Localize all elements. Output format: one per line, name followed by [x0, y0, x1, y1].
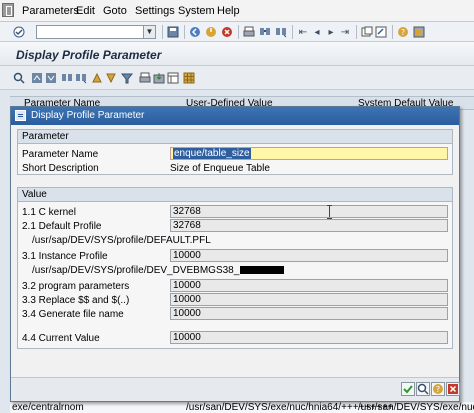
back-icon[interactable]: [188, 25, 202, 39]
menu-edit[interactable]: Edit: [76, 5, 95, 17]
find-next-icon[interactable]: [274, 25, 288, 39]
parameter-group: Parameter Parameter Name enque/table_siz…: [17, 129, 453, 175]
sap-window-icon[interactable]: [2, 3, 14, 17]
print-icon[interactable]: [138, 71, 152, 85]
program-parameters-label: 3.2 program parameters: [22, 281, 130, 292]
layout-icon[interactable]: [166, 71, 180, 85]
default-profile-path: /usr/sap/DEV/SYS/profile/DEFAULT.PFL: [32, 235, 211, 246]
dialog-title: Display Profile Parameter: [31, 110, 145, 121]
redaction-bar: [240, 266, 285, 275]
parameter-name-field[interactable]: enque/table_size: [170, 147, 448, 160]
find-button[interactable]: [416, 382, 430, 396]
toolbar-separator: [238, 25, 239, 39]
cancel-icon: [448, 384, 458, 394]
find-icon: [417, 383, 429, 395]
display-profile-parameter-dialog: Display Profile Parameter Parameter Para…: [10, 106, 460, 402]
screen-title-bar: Display Profile Parameter: [0, 42, 474, 66]
sort-ascending-icon[interactable]: [90, 71, 104, 85]
previous-page-icon[interactable]: ◂: [310, 25, 324, 39]
parameter-name-value: enque/table_size: [173, 148, 251, 159]
create-session-icon[interactable]: [360, 25, 374, 39]
toolbar-separator: [392, 25, 393, 39]
export-icon[interactable]: [152, 71, 166, 85]
save-icon[interactable]: [166, 25, 180, 39]
filter-icon[interactable]: [120, 71, 134, 85]
print-icon[interactable]: [242, 25, 256, 39]
command-field[interactable]: [36, 25, 144, 39]
next-page-icon[interactable]: ▸: [324, 25, 338, 39]
toolbar-separator: [162, 25, 163, 39]
short-description-label: Short Description: [22, 163, 99, 174]
instance-profile-label: 3.1 Instance Profile: [22, 251, 108, 262]
svg-text:?: ?: [401, 28, 405, 37]
toolbar-separator: [292, 25, 293, 39]
svg-text:?: ?: [436, 385, 440, 394]
first-page-icon[interactable]: ⇤: [296, 25, 310, 39]
continue-icon: [403, 385, 413, 394]
cancel-button[interactable]: [446, 382, 460, 396]
c-kernel-label: 1.1 C kernel: [22, 207, 76, 218]
system-toolbar: ▼ ⇤ ◂ ▸ ⇥ ?: [0, 22, 474, 42]
cancel-icon[interactable]: [220, 25, 234, 39]
toolbar-separator: [184, 25, 185, 39]
cell-system-default-value: /usr/san/DEV/SYS/exe/nuc: [358, 402, 474, 413]
find-icon[interactable]: [258, 25, 272, 39]
help-button[interactable]: ?: [431, 382, 445, 396]
find-icon[interactable]: [60, 71, 74, 85]
program-parameters-field: 10000: [170, 279, 448, 292]
menu-parameters[interactable]: Parameters: [22, 5, 79, 17]
generate-file-name-field: 10000: [170, 307, 448, 320]
enter-icon[interactable]: [12, 25, 26, 39]
sort-ascending-icon[interactable]: [30, 71, 44, 85]
application-toolbar: [0, 66, 474, 90]
command-field-dropdown-icon[interactable]: ▼: [144, 25, 156, 39]
sort-descending-icon[interactable]: [104, 71, 118, 85]
sort-descending-icon[interactable]: [44, 71, 58, 85]
dialog-title-bar: Display Profile Parameter: [11, 107, 459, 125]
current-value-label: 4.4 Current Value: [22, 333, 100, 344]
help-icon: ?: [433, 384, 443, 394]
instance-profile-path: /usr/sap/DEV/SYS/profile/DEV_DVEBMGS38_: [32, 265, 240, 276]
menu-system[interactable]: System: [178, 5, 215, 17]
page-title: Display Profile Parameter: [16, 48, 162, 62]
details-icon[interactable]: [12, 71, 26, 85]
replace-label: 3.3 Replace $$ and $(..): [22, 295, 130, 306]
instance-profile-path-line: /usr/sap/DEV/SYS/profile/DEV_DVEBMGS38_: [32, 265, 285, 276]
table-row[interactable]: exe/centralrnom /usr/san/DEV/SYS/exe/nuc…: [10, 402, 474, 413]
cell-parameter-name: exe/centralrnom: [12, 402, 84, 413]
continue-button[interactable]: [401, 382, 415, 396]
value-group-title: Value: [18, 188, 452, 202]
default-profile-label: 2.1 Default Profile: [22, 221, 102, 232]
menu-help[interactable]: Help: [217, 5, 240, 17]
find-next-icon[interactable]: [74, 71, 88, 85]
text-cursor-icon: [327, 205, 333, 219]
toolbar-separator: [356, 25, 357, 39]
instance-profile-field: 10000: [170, 249, 448, 262]
replace-field: 10000: [170, 293, 448, 306]
default-profile-field: 32768: [170, 219, 448, 232]
parameter-name-label: Parameter Name: [22, 149, 99, 160]
last-page-icon[interactable]: ⇥: [338, 25, 352, 39]
menu-settings[interactable]: Settings: [135, 5, 175, 17]
current-value-field: 10000: [170, 331, 448, 344]
menu-bar: Parameters Edit Goto Settings System Hel…: [0, 0, 474, 22]
help-icon[interactable]: ?: [396, 25, 410, 39]
menu-goto[interactable]: Goto: [103, 5, 127, 17]
shortcut-icon[interactable]: [374, 25, 388, 39]
short-description-value: Size of Enqueue Table: [170, 163, 270, 174]
generate-file-name-label: 3.4 Generate file name: [22, 309, 124, 320]
dialog-window-icon: [15, 110, 26, 121]
c-kernel-field: 32768: [170, 205, 448, 218]
exit-icon[interactable]: [204, 25, 218, 39]
parameter-group-title: Parameter: [18, 130, 452, 144]
layout-menu-icon[interactable]: [412, 25, 426, 39]
dialog-footer: ?: [11, 377, 460, 401]
grid-icon[interactable]: [182, 71, 196, 85]
value-group: Value 1.1 C kernel 32768 2.1 Default Pro…: [17, 187, 453, 349]
